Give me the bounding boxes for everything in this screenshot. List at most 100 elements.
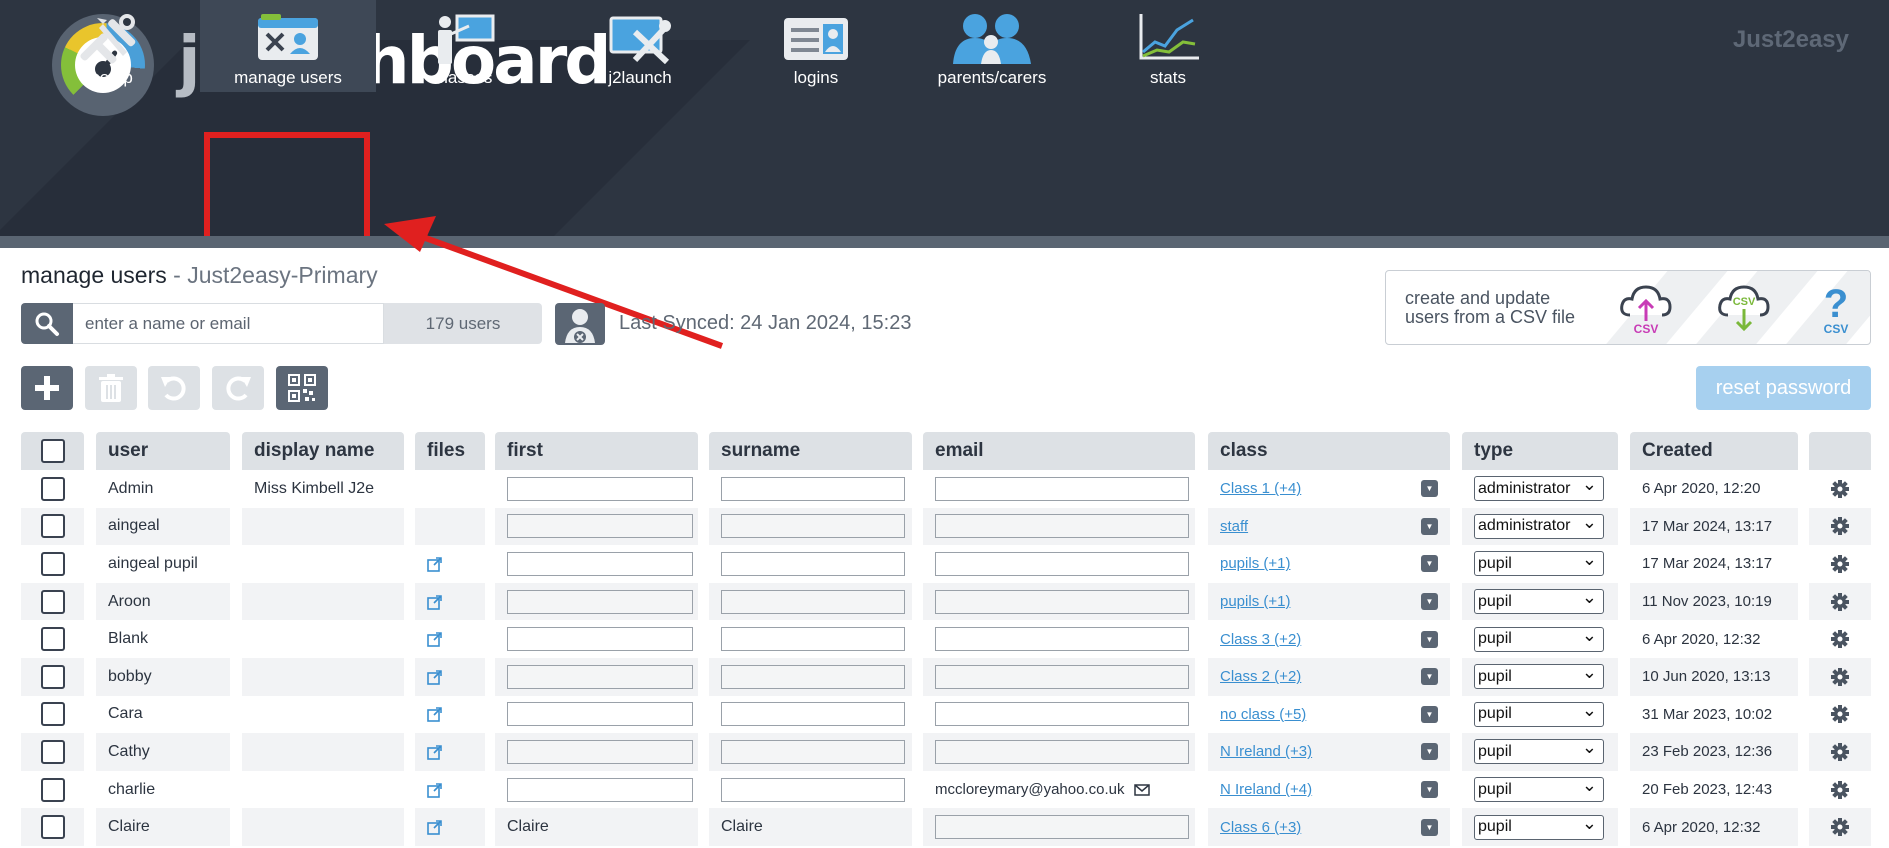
csv-upload-icon[interactable]: CSV [1618,281,1674,337]
email-input[interactable] [935,514,1189,539]
surname-input[interactable] [721,627,905,652]
external-link-icon[interactable] [427,631,443,647]
first-name-input[interactable] [507,702,693,727]
gear-icon[interactable] [1830,704,1850,724]
csv-download-icon[interactable]: CSV [1716,281,1772,337]
email-input[interactable] [935,815,1189,840]
surname-input[interactable] [721,664,905,689]
class-link[interactable]: N Ireland (+4) [1220,781,1312,798]
class-dropdown-button[interactable]: ▼ [1421,668,1438,686]
type-select[interactable]: pupil ⌄ [1474,737,1604,765]
first-name-input[interactable] [507,476,693,501]
row-checkbox[interactable] [40,476,65,501]
email-input[interactable] [935,476,1189,501]
class-dropdown-button[interactable]: ▼ [1421,781,1438,799]
add-user-button[interactable] [21,366,73,410]
external-link-icon[interactable] [427,669,443,685]
row-checkbox[interactable] [40,514,65,539]
external-link-icon[interactable] [427,556,443,572]
header-created[interactable]: Created [1630,432,1798,470]
header-surname[interactable]: surname [709,432,912,470]
row-checkbox[interactable] [40,627,65,652]
row-checkbox[interactable] [40,777,65,802]
search-button[interactable] [21,303,73,344]
email-input[interactable] [935,589,1189,614]
type-select[interactable]: administrator ⌄ [1474,512,1604,539]
surname-input[interactable] [721,551,905,576]
type-select[interactable]: pupil ⌄ [1474,549,1604,577]
class-link[interactable]: Class 6 (+3) [1220,819,1301,836]
type-select[interactable]: administrator ⌄ [1474,474,1604,502]
header-user[interactable]: user [96,432,230,470]
external-link-icon[interactable] [427,782,443,798]
header-type[interactable]: type [1462,432,1618,470]
nav-setup[interactable]: setup [24,0,200,92]
header-class[interactable]: class [1208,432,1450,470]
row-checkbox[interactable] [40,815,65,840]
row-checkbox[interactable] [40,551,65,576]
class-dropdown-button[interactable]: ▼ [1421,480,1438,498]
surname-input[interactable] [721,702,905,727]
nav-classes[interactable]: classes [376,0,552,92]
row-checkbox[interactable] [40,702,65,727]
class-link[interactable]: Class 2 (+2) [1220,668,1301,685]
gear-icon[interactable] [1830,629,1850,649]
search-input[interactable] [73,303,384,344]
class-link[interactable]: pupils (+1) [1220,593,1290,610]
class-link[interactable]: N Ireland (+3) [1220,743,1312,760]
class-dropdown-button[interactable]: ▼ [1421,555,1438,573]
undo-button[interactable] [148,366,200,410]
gear-icon[interactable] [1830,742,1850,762]
class-dropdown-button[interactable]: ▼ [1421,517,1438,535]
mail-icon[interactable] [1134,783,1151,796]
qr-code-button[interactable] [276,366,328,410]
header-display-name[interactable]: display name [242,432,404,470]
header-first[interactable]: first [495,432,698,470]
surname-input[interactable] [721,589,905,614]
class-link[interactable]: pupils (+1) [1220,555,1290,572]
gear-icon[interactable] [1830,817,1850,837]
first-name-input[interactable] [507,551,693,576]
gear-icon[interactable] [1830,554,1850,574]
csv-help-icon[interactable]: ? CSV [1808,281,1864,337]
external-link-icon[interactable] [427,706,443,723]
nav-stats[interactable]: stats [1080,0,1256,92]
first-name-input[interactable] [507,664,693,689]
class-link[interactable]: Class 1 (+4) [1220,480,1301,497]
type-select[interactable]: pupil ⌄ [1474,775,1604,803]
class-dropdown-button[interactable]: ▼ [1421,630,1438,648]
type-select[interactable]: pupil ⌄ [1474,662,1604,690]
gear-icon[interactable] [1830,516,1850,536]
email-input[interactable] [935,702,1189,727]
nav-manage-users[interactable]: manage users [200,0,376,92]
delete-user-button[interactable] [85,366,137,410]
gear-icon[interactable] [1830,479,1850,499]
row-checkbox[interactable] [40,589,65,614]
nav-j2launch[interactable]: j2launch [552,0,728,92]
surname-input[interactable] [721,777,905,802]
first-name-input[interactable] [507,514,693,539]
nav-parents-carers[interactable]: parents/carers [904,0,1080,92]
class-link[interactable]: no class (+5) [1220,706,1306,723]
class-dropdown-button[interactable]: ▼ [1421,593,1438,611]
row-checkbox[interactable] [40,739,65,764]
class-dropdown-button[interactable]: ▼ [1421,818,1438,836]
redo-button[interactable] [212,366,264,410]
gear-icon[interactable] [1830,780,1850,800]
external-link-icon[interactable] [427,744,443,760]
first-name-input[interactable] [507,589,693,614]
first-name-input[interactable] [507,739,693,764]
type-select[interactable]: pupil ⌄ [1474,587,1604,615]
first-name-input[interactable] [507,627,693,652]
type-select[interactable]: pupil ⌄ [1474,813,1604,840]
external-link-icon[interactable] [427,594,443,610]
class-link[interactable]: Class 3 (+2) [1220,631,1301,648]
email-input[interactable] [935,551,1189,576]
sync-button[interactable] [555,303,605,345]
gear-icon[interactable] [1830,592,1850,612]
class-link[interactable]: staff [1220,518,1248,535]
email-input[interactable] [935,664,1189,689]
surname-input[interactable] [721,476,905,501]
type-select[interactable]: pupil ⌄ [1474,625,1604,652]
surname-input[interactable] [721,514,905,539]
